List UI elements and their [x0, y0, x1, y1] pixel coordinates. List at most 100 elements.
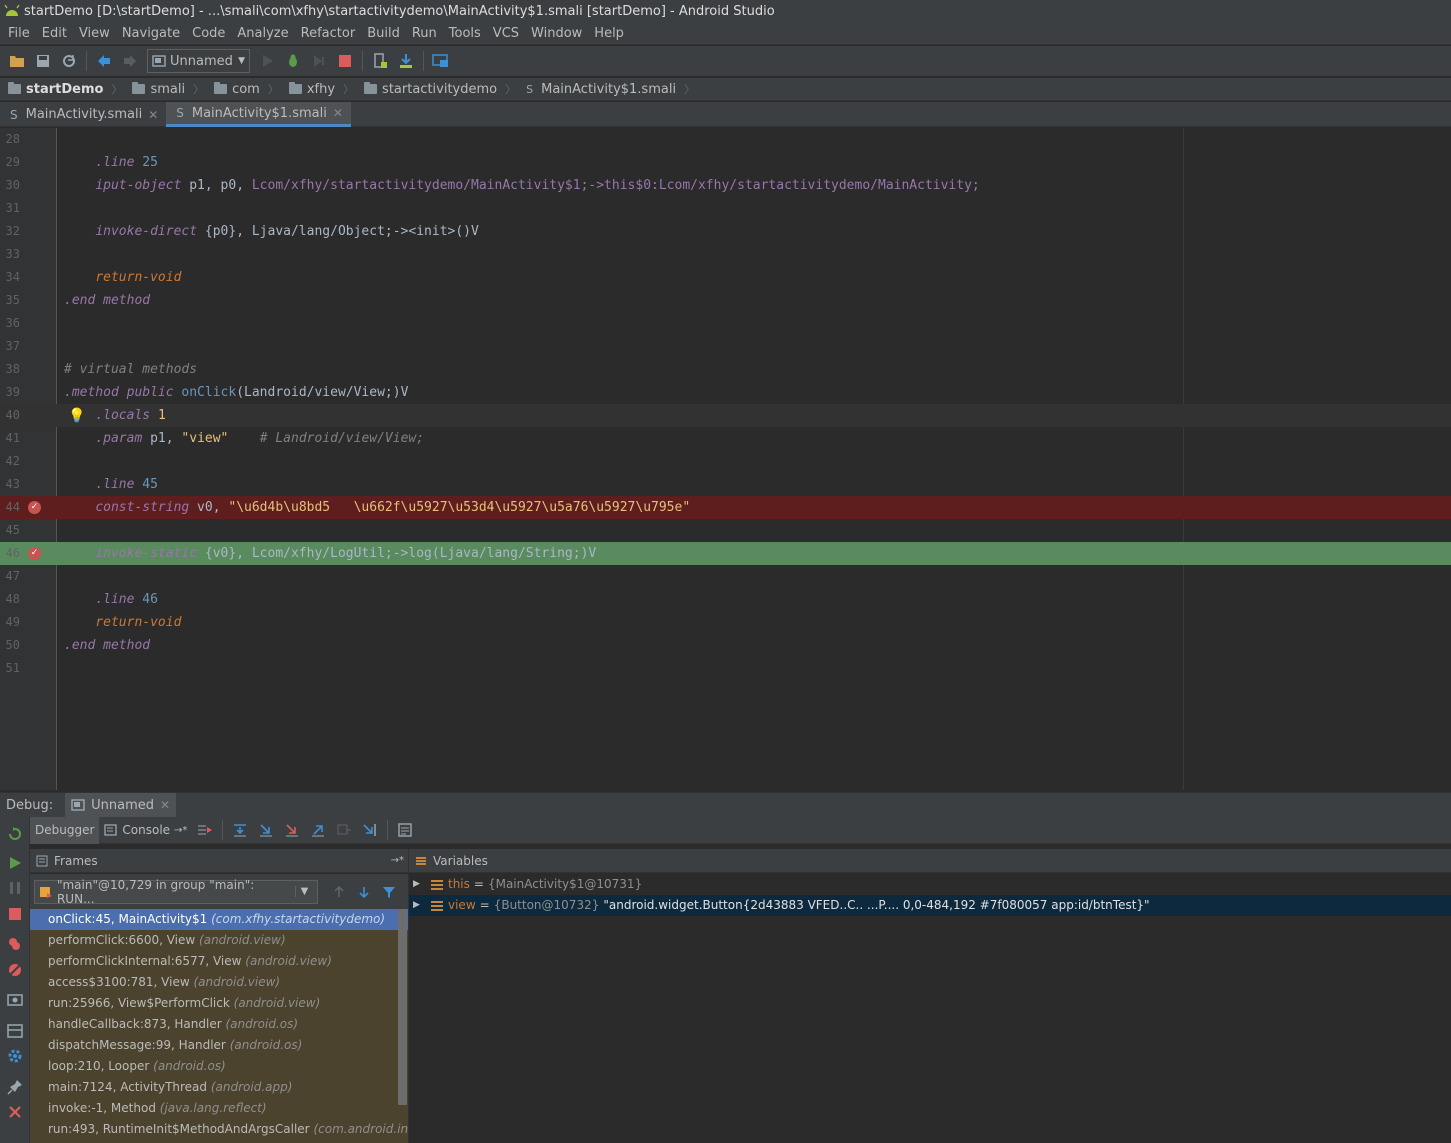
- code-line[interactable]: 30 iput-object p1, p0, Lcom/xfhy/startac…: [0, 174, 1451, 197]
- step-into-icon[interactable]: [255, 819, 277, 841]
- menu-refactor[interactable]: Refactor: [295, 26, 362, 41]
- device-file-explorer-icon[interactable]: [430, 50, 452, 72]
- pin-tab-icon[interactable]: [7, 1079, 23, 1095]
- menu-window[interactable]: Window: [525, 26, 588, 41]
- filter-icon[interactable]: [382, 885, 396, 899]
- stop-icon[interactable]: [7, 906, 23, 922]
- code-line[interactable]: 43 .line 45: [0, 473, 1451, 496]
- code-line[interactable]: 46 ✓ invoke-static {v0}, Lcom/xfhy/LogUti…: [0, 542, 1451, 565]
- step-out-icon[interactable]: [307, 819, 329, 841]
- drop-frame-icon[interactable]: [333, 819, 355, 841]
- frames-list[interactable]: onClick:45, MainActivity$1 (com.xfhy.sta…: [30, 909, 408, 1143]
- breadcrumb-com[interactable]: com 〉: [214, 81, 285, 97]
- code-line[interactable]: 51: [0, 657, 1451, 680]
- menu-tools[interactable]: Tools: [443, 26, 487, 41]
- get-thread-dump-icon[interactable]: [7, 992, 23, 1008]
- force-step-into-icon[interactable]: [281, 819, 303, 841]
- code-line[interactable]: 39 .method public onClick(Landroid/view/V…: [0, 381, 1451, 404]
- avd-manager-icon[interactable]: [369, 50, 391, 72]
- code-line[interactable]: 40 💡 .locals 1: [0, 404, 1451, 427]
- mute-breakpoints-icon[interactable]: [7, 962, 23, 978]
- debug-bug-icon[interactable]: [282, 50, 304, 72]
- menu-analyze[interactable]: Analyze: [231, 26, 294, 41]
- tab-mainactivity1-smali[interactable]: S MainActivity$1.smali ✕: [166, 102, 351, 127]
- back-arrow-icon[interactable]: [93, 50, 115, 72]
- save-all-icon[interactable]: [32, 50, 54, 72]
- restore-layout-icon[interactable]: [7, 1023, 23, 1039]
- frame-row[interactable]: invoke:-1, Method (java.lang.reflect): [30, 1098, 408, 1119]
- menu-help[interactable]: Help: [588, 26, 630, 41]
- code-line[interactable]: 36: [0, 312, 1451, 335]
- frame-row[interactable]: access$3100:781, View (android.view): [30, 972, 408, 993]
- up-arrow-icon[interactable]: [332, 885, 346, 899]
- code-line[interactable]: 49 return-void: [0, 611, 1451, 634]
- down-arrow-icon[interactable]: [357, 885, 371, 899]
- expand-triangle-icon[interactable]: ▶: [413, 895, 427, 916]
- frames-scrollbar[interactable]: [398, 909, 407, 1105]
- step-over-icon[interactable]: [229, 819, 251, 841]
- breadcrumb-file[interactable]: S MainActivity$1.smali 〉: [526, 81, 701, 97]
- frame-row[interactable]: dispatchMessage:99, Handler (android.os): [30, 1035, 408, 1056]
- breadcrumb-xfhy[interactable]: xfhy 〉: [288, 81, 360, 97]
- tab-console[interactable]: Console →*: [99, 817, 192, 844]
- close-icon[interactable]: [7, 1104, 23, 1120]
- breadcrumb-smali[interactable]: smali 〉: [132, 81, 210, 97]
- frame-row[interactable]: onClick:45, MainActivity$1 (com.xfhy.sta…: [30, 909, 408, 930]
- code-line[interactable]: 50 .end method: [0, 634, 1451, 657]
- code-line[interactable]: 32 invoke-direct {p0}, Ljava/lang/Object…: [0, 220, 1451, 243]
- run-icon[interactable]: [256, 50, 278, 72]
- breadcrumb-startactivitydemo[interactable]: startactivitydemo 〉: [364, 81, 522, 97]
- code-editor[interactable]: 28 29 .line 25 30 iput-object p1, p0, Lcom…: [0, 128, 1451, 790]
- forward-arrow-icon[interactable]: [119, 50, 141, 72]
- menu-vcs[interactable]: VCS: [487, 26, 525, 41]
- breakpoint-icon[interactable]: ✓: [28, 501, 41, 514]
- rerun-icon[interactable]: [7, 826, 23, 842]
- menu-code[interactable]: Code: [186, 26, 231, 41]
- menu-edit[interactable]: Edit: [36, 26, 73, 41]
- expand-triangle-icon[interactable]: ▶: [413, 874, 427, 895]
- resume-icon[interactable]: [7, 855, 23, 871]
- code-line[interactable]: 45: [0, 519, 1451, 542]
- restore-arrow-icon[interactable]: →*: [391, 855, 404, 866]
- menu-view[interactable]: View: [73, 26, 116, 41]
- frame-row[interactable]: run:493, RuntimeInit$MethodAndArgsCaller…: [30, 1119, 408, 1140]
- code-line[interactable]: 31: [0, 197, 1451, 220]
- debug-session-tab[interactable]: Unnamed ✕: [65, 792, 177, 818]
- close-icon[interactable]: ✕: [333, 106, 343, 120]
- sync-icon[interactable]: [58, 50, 80, 72]
- run-config-dropdown[interactable]: Unnamed ▼: [147, 49, 250, 73]
- variables-tree[interactable]: ▶ this = {MainActivity$1@10731} ▶ view = {Butto…: [408, 874, 1451, 1143]
- code-line[interactable]: 38 # virtual methods: [0, 358, 1451, 381]
- code-line[interactable]: 47: [0, 565, 1451, 588]
- close-icon[interactable]: ✕: [148, 108, 158, 122]
- code-line[interactable]: 41 .param p1, "view" # Landroid/view/Vie…: [0, 427, 1451, 450]
- code-line[interactable]: 44 ✓ const-string v0, "\u6d4b\u8bd5 \u662…: [0, 496, 1451, 519]
- breakpoint-icon[interactable]: ✓: [28, 547, 41, 560]
- pause-icon[interactable]: [7, 880, 23, 896]
- apply-changes-icon[interactable]: [308, 50, 330, 72]
- menu-navigate[interactable]: Navigate: [116, 26, 186, 41]
- tab-mainactivity-smali[interactable]: S MainActivity.smali ✕: [0, 102, 166, 127]
- evaluate-expression-icon[interactable]: [394, 819, 416, 841]
- code-line[interactable]: 29 .line 25: [0, 151, 1451, 174]
- frame-row[interactable]: run:25966, View$PerformClick (android.vi…: [30, 993, 408, 1014]
- code-line[interactable]: 33: [0, 243, 1451, 266]
- menu-file[interactable]: File: [2, 26, 36, 41]
- variable-row[interactable]: ▶ this = {MainActivity$1@10731}: [409, 874, 1451, 895]
- open-folder-icon[interactable]: [6, 50, 28, 72]
- breadcrumb-project[interactable]: startDemo 〉: [8, 81, 128, 97]
- close-icon[interactable]: ✕: [160, 798, 170, 812]
- thread-dropdown[interactable]: "main"@10,729 in group "main": RUN... ▼: [34, 878, 318, 906]
- code-line[interactable]: 28: [0, 128, 1451, 151]
- sdk-manager-icon[interactable]: [395, 50, 417, 72]
- tab-debugger[interactable]: Debugger: [30, 816, 100, 844]
- frame-row[interactable]: handleCallback:873, Handler (android.os): [30, 1014, 408, 1035]
- menu-build[interactable]: Build: [361, 26, 406, 41]
- show-execution-point-icon[interactable]: [194, 819, 216, 841]
- view-breakpoints-icon[interactable]: [7, 936, 23, 952]
- frame-row[interactable]: performClick:6600, View (android.view): [30, 930, 408, 951]
- frame-row[interactable]: performClickInternal:6577, View (android…: [30, 951, 408, 972]
- run-to-cursor-icon[interactable]: [359, 819, 381, 841]
- menu-run[interactable]: Run: [406, 26, 443, 41]
- frame-row[interactable]: loop:210, Looper (android.os): [30, 1056, 408, 1077]
